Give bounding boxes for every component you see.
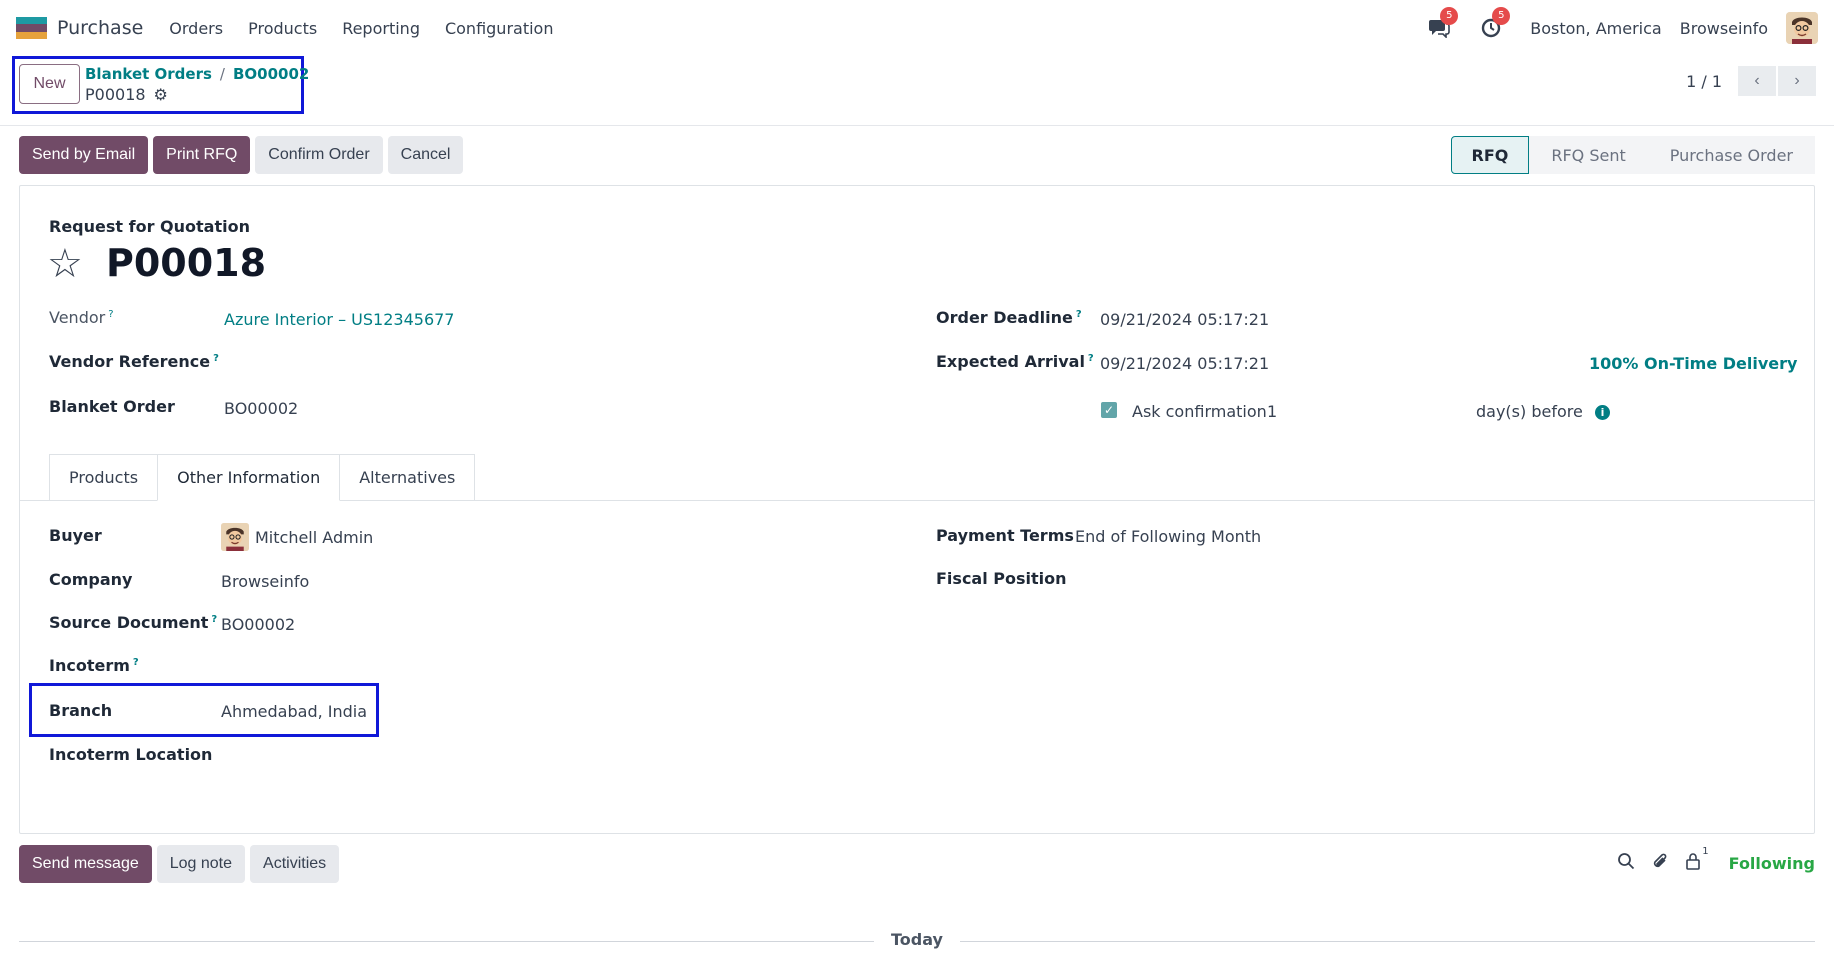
order-deadline-label: Order Deadline?	[936, 308, 1082, 327]
breadcrumb-blanket-orders[interactable]: Blanket Orders	[85, 65, 212, 83]
vendor-label: Vendor?	[49, 308, 114, 327]
activities-button[interactable]: Activities	[250, 845, 340, 883]
days-before-label: day(s) before	[1476, 402, 1583, 421]
user-avatar[interactable]	[1786, 12, 1818, 44]
status-bar: RFQ RFQ Sent Purchase Order	[1450, 136, 1815, 174]
status-rfq-sent[interactable]: RFQ Sent	[1529, 136, 1648, 174]
tab-alternatives[interactable]: Alternatives	[339, 454, 476, 501]
order-deadline-field[interactable]: 09/21/2024 05:17:21	[1100, 310, 1269, 329]
breadcrumb: Blanket Orders / BO00002	[85, 65, 310, 83]
print-rfq-button[interactable]: Print RFQ	[153, 136, 251, 174]
tab-products[interactable]: Products	[49, 454, 159, 501]
vendor-reference-label: Vendor Reference?	[49, 352, 219, 371]
company-label: Company	[49, 570, 133, 589]
messages-badge: 5	[1440, 7, 1459, 25]
star-icon[interactable]: ☆	[47, 244, 83, 284]
branch-label: Branch	[49, 701, 113, 720]
app-name[interactable]: Purchase	[57, 17, 143, 39]
chatter-actions: Send message Log note Activities	[19, 845, 344, 883]
menu-reporting[interactable]: Reporting	[342, 19, 420, 38]
record-type-label: Request for Quotation	[49, 217, 250, 236]
info-icon[interactable]: i	[1595, 405, 1610, 420]
control-panel: New Blanket Orders / BO00002 P00018 ⚙ 1 / …	[0, 56, 1834, 126]
notebook-tabs: Products Other Information Alternatives	[49, 454, 476, 501]
help-icon: ?	[108, 308, 114, 320]
pager: 1 / 1 ‹ ›	[1686, 66, 1816, 96]
gear-icon[interactable]: ⚙	[154, 85, 168, 104]
expected-arrival-field[interactable]: 09/21/2024 05:17:21	[1100, 354, 1269, 373]
pager-previous-button[interactable]: ‹	[1738, 66, 1776, 96]
expected-arrival-label: Expected Arrival?	[936, 352, 1094, 371]
log-note-button[interactable]: Log note	[156, 845, 246, 883]
search-icon[interactable]	[1617, 852, 1635, 875]
chatter-toolbar: 1 Following	[1617, 846, 1815, 876]
reminder-days-input[interactable]: 1	[1267, 402, 1277, 421]
help-icon: ?	[211, 613, 218, 625]
date-separator-label: Today	[874, 930, 960, 949]
send-by-email-button[interactable]: Send by Email	[19, 136, 149, 174]
blanket-order-label: Blanket Order	[49, 397, 175, 416]
ask-confirmation-label: Ask confirmation	[1132, 402, 1267, 421]
payment-terms-field[interactable]: End of Following Month	[1075, 527, 1261, 546]
company-field[interactable]: Browseinfo	[221, 572, 309, 591]
followers-icon[interactable]: 1	[1685, 846, 1709, 875]
source-document-label: Source Document?	[49, 613, 218, 632]
chevron-right-icon: ›	[1794, 72, 1800, 89]
followers-count: 1	[1702, 846, 1709, 857]
help-icon: ?	[132, 656, 139, 668]
buyer-avatar	[221, 523, 249, 551]
form-sheet: Request for Quotation ☆ P00018 Vendor? A…	[19, 185, 1815, 834]
chevron-left-icon: ‹	[1754, 72, 1760, 89]
blanket-order-field[interactable]: BO00002	[224, 399, 298, 418]
status-rfq[interactable]: RFQ	[1450, 136, 1530, 174]
buyer-field[interactable]: Mitchell Admin	[221, 523, 373, 551]
new-button[interactable]: New	[19, 64, 80, 104]
record-title: P00018 ⚙	[85, 85, 168, 104]
incoterm-location-label: Incoterm Location	[49, 745, 213, 764]
help-icon: ?	[1087, 352, 1094, 364]
cancel-button[interactable]: Cancel	[387, 136, 464, 174]
branch-field[interactable]: Ahmedabad, India	[221, 702, 367, 721]
messages-icon[interactable]: 5	[1426, 7, 1459, 41]
buyer-label: Buyer	[49, 526, 102, 545]
pager-next-button[interactable]: ›	[1778, 66, 1816, 96]
fiscal-position-label: Fiscal Position	[936, 569, 1067, 588]
ask-confirmation-checkbox[interactable]: ✓	[1101, 402, 1117, 418]
tab-other-information[interactable]: Other Information	[157, 454, 341, 501]
source-document-field[interactable]: BO00002	[221, 615, 295, 634]
help-icon: ?	[1075, 308, 1082, 320]
vendor-field[interactable]: Azure Interior – US12345677	[224, 310, 454, 329]
payment-terms-label: Payment Terms	[936, 526, 1074, 545]
record-name: P00018	[85, 85, 146, 104]
activities-clock-icon[interactable]: 5	[1478, 7, 1511, 41]
incoterm-label: Incoterm?	[49, 656, 139, 675]
top-navbar: Purchase Orders Products Reporting Confi…	[0, 0, 1834, 56]
branch-location-switcher[interactable]: Boston, America	[1530, 19, 1661, 38]
help-icon: ?	[213, 352, 219, 364]
breadcrumb-bo00002[interactable]: BO00002	[233, 65, 309, 83]
paperclip-icon[interactable]	[1651, 851, 1669, 876]
purchase-app-icon[interactable]	[16, 17, 47, 39]
following-button[interactable]: Following	[1729, 854, 1815, 873]
action-buttons: Send by Email Print RFQ Confirm Order Ca…	[19, 136, 468, 174]
order-title: P00018	[106, 241, 267, 285]
buyer-name: Mitchell Admin	[255, 527, 374, 547]
menu-configuration[interactable]: Configuration	[445, 19, 554, 38]
send-message-button[interactable]: Send message	[19, 845, 152, 883]
activities-badge: 5	[1492, 7, 1511, 25]
menu-products[interactable]: Products	[248, 19, 317, 38]
confirm-order-button[interactable]: Confirm Order	[255, 136, 383, 174]
status-purchase-order[interactable]: Purchase Order	[1647, 136, 1815, 174]
on-time-delivery-button[interactable]: 100% On-Time Delivery	[1589, 354, 1797, 373]
company-switcher[interactable]: Browseinfo	[1680, 19, 1768, 38]
menu-orders[interactable]: Orders	[169, 19, 223, 38]
pager-value[interactable]: 1 / 1	[1686, 72, 1722, 91]
